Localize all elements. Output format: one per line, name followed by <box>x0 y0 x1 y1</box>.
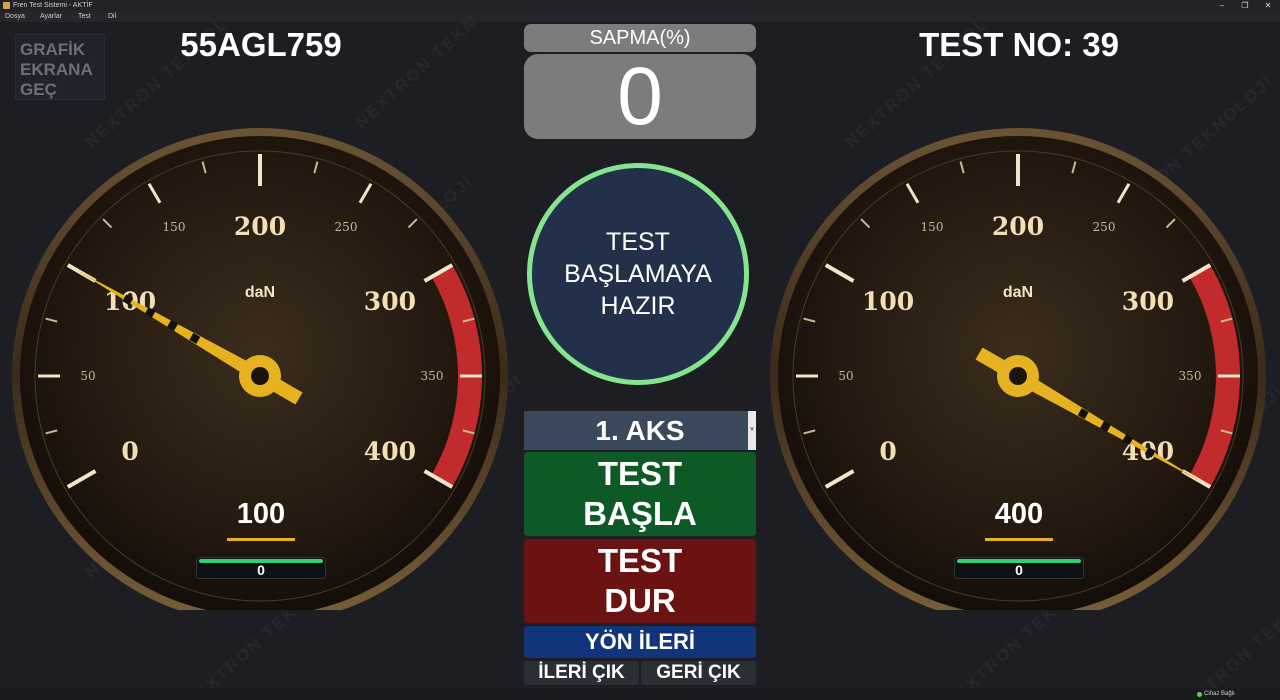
right-gauge-label-major: 100 <box>862 287 914 316</box>
right-gauge-unit: daN <box>1003 284 1033 301</box>
test-number: TEST NO: 39 <box>919 26 1119 63</box>
menu-item-dil[interactable]: Dil <box>108 11 116 22</box>
title-bar: Fren Test Sistemi - AKTİF – ❐ ✕ <box>0 0 1280 11</box>
plate-number: 55AGL759 <box>180 26 342 63</box>
backward-exit-button[interactable]: GERİ ÇIK <box>641 661 756 685</box>
right-gauge-value: 400 <box>994 498 1044 530</box>
window-title: Fren Test Sistemi - AKTİF <box>13 2 93 9</box>
right-brake-gauge: 0 100 200 300 400 50 150 250 350 daN <box>770 128 1266 610</box>
left-gauge-label-major: 200 <box>234 212 286 241</box>
deviation-label: SAPMA(%) <box>524 24 756 52</box>
test-stop-button[interactable]: TEST DUR <box>524 539 756 623</box>
left-gauge-label-minor: 50 <box>80 369 95 383</box>
right-gauge-label-minor: 50 <box>838 369 853 383</box>
right-gauge-sub-display: 0 <box>954 557 1084 579</box>
close-icon[interactable]: ✕ <box>1258 0 1278 11</box>
axle-select-value: 1. AKS <box>595 415 685 446</box>
status-indicator: TEST BAŞLAMAYA HAZIR <box>527 163 749 385</box>
right-gauge-label-major: 200 <box>992 212 1044 241</box>
axle-select[interactable]: 1. AKS ▼ <box>524 411 756 450</box>
right-gauge-underline <box>985 538 1053 541</box>
left-gauge-label-major: 300 <box>364 287 416 316</box>
right-gauge-label-minor: 250 <box>1093 220 1116 234</box>
left-gauge-unit: daN <box>245 284 275 301</box>
right-gauge-label-minor: 150 <box>921 220 944 234</box>
right-gauge-label-minor: 350 <box>1179 369 1202 383</box>
menu-item-dosya[interactable]: Dosya <box>5 11 25 22</box>
test-start-button[interactable]: TEST BAŞLA <box>524 452 756 536</box>
menu-bar: Dosya Ayarlar Test Dil <box>0 11 1280 22</box>
connection-status-icon <box>1197 692 1202 697</box>
main-panel: NEXTRON TEKNOLOJİNEXTRON TEKNOLOJİNEXTRO… <box>0 22 1280 688</box>
menu-item-test[interactable]: Test <box>78 11 91 22</box>
direction-button[interactable]: YÖN İLERİ <box>524 626 756 658</box>
left-gauge-value: 100 <box>236 498 286 530</box>
right-gauge-label-major: 0 <box>879 437 896 466</box>
left-gauge-sub-value: 0 <box>257 562 265 578</box>
restore-icon[interactable]: ❐ <box>1235 0 1255 11</box>
left-gauge-label-minor: 150 <box>163 220 186 234</box>
connection-status-text: Cihaz Bağlı <box>1204 691 1235 697</box>
forward-exit-button[interactable]: İLERİ ÇIK <box>524 661 639 685</box>
left-gauge-label-minor: 250 <box>335 220 358 234</box>
status-text: TEST BAŞLAMAYA HAZIR <box>564 228 712 320</box>
right-gauge-hub-center <box>1009 367 1027 385</box>
left-gauge-hub-center <box>251 367 269 385</box>
graphic-screen-button[interactable]: GRAFİK EKRANA GEÇ <box>15 34 105 100</box>
right-gauge-label-major: 300 <box>1122 287 1174 316</box>
right-gauge-sub-value: 0 <box>1015 562 1023 578</box>
app-icon <box>3 2 10 9</box>
left-gauge-label-minor: 350 <box>421 369 444 383</box>
menu-item-ayarlar[interactable]: Ayarlar <box>40 11 62 22</box>
deviation-value: 0 <box>524 54 756 139</box>
left-brake-gauge: 0 100 200 300 400 50 150 250 350 daN <box>12 128 508 610</box>
chevron-down-icon[interactable]: ▼ <box>748 411 756 450</box>
left-gauge-label-major: 400 <box>364 437 416 466</box>
left-gauge-underline <box>227 538 295 541</box>
status-bar: Cihaz Bağlı <box>0 688 1280 700</box>
minimize-icon[interactable]: – <box>1212 0 1232 11</box>
left-gauge-label-major: 0 <box>121 437 138 466</box>
left-gauge-sub-display: 0 <box>196 557 326 579</box>
